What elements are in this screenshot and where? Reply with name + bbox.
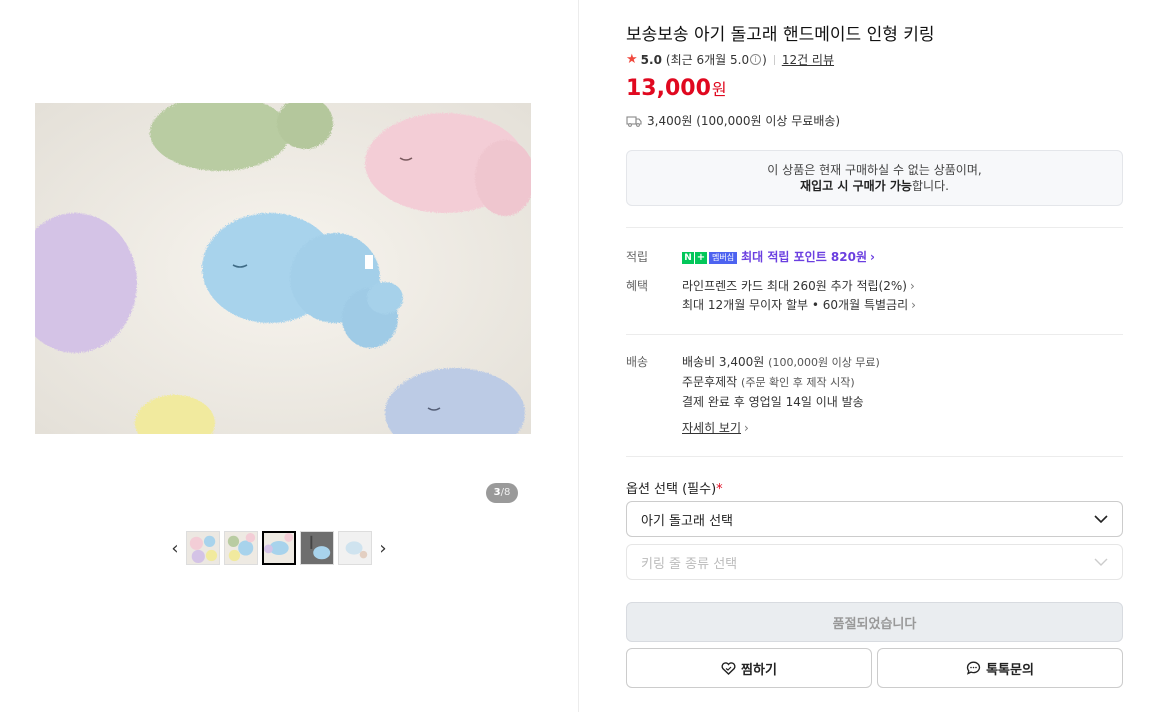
- thumbnail-3-selected[interactable]: [262, 531, 296, 565]
- heart-icon: [721, 661, 736, 675]
- made-to-order-text: 주문후제작: [682, 375, 738, 389]
- membership-tag: 멤버십: [709, 251, 738, 264]
- chevron-down-icon: [1094, 515, 1108, 523]
- delivery-fee-text: 배송비 3,400원: [682, 355, 765, 369]
- chevron-down-icon: [1094, 558, 1108, 566]
- wish-button[interactable]: 찜하기: [626, 648, 872, 688]
- rating-summary: ★ 5.0 (최근 6개월 5.0 i ) 12건 리뷰: [626, 51, 834, 68]
- benefit-line2: 최대 12개월 무이자 할부 • 60개월 특별금리: [682, 298, 909, 312]
- prev-image-button[interactable]: ‹: [166, 531, 184, 565]
- chat-bubble-icon: [966, 661, 981, 675]
- thumbnail-1[interactable]: [186, 531, 220, 565]
- delivery-fee-note: (100,000원 이상 무료): [768, 356, 880, 369]
- thumbnail-4[interactable]: [300, 531, 334, 565]
- next-image-button[interactable]: ›: [374, 531, 392, 565]
- rating-recent-close: ): [762, 52, 767, 67]
- dolphin-option-value: 아기 돌고래 선택: [641, 513, 733, 529]
- delivery-fee: 배송비 3,400원 (100,000원 이상 무료): [682, 353, 880, 370]
- required-mark: *: [716, 482, 723, 497]
- section-divider: [626, 334, 1123, 335]
- plus-icon: +: [695, 251, 707, 264]
- product-title: 보송보송 아기 돌고래 핸드메이드 인형 키링: [626, 25, 935, 45]
- panel-divider: [578, 0, 579, 712]
- unavailable-notice: 이 상품은 현재 구매하실 수 없는 상품이며, 재입고 시 구매가 가능합니다…: [626, 150, 1123, 206]
- review-count-link[interactable]: 12건 리뷰: [782, 51, 834, 68]
- chevron-right-icon: ›: [911, 298, 916, 312]
- npay-membership-badge: N + 멤버십: [682, 251, 738, 264]
- points-row: N + 멤버십 최대 적립 포인트 820원 ›: [682, 248, 875, 265]
- notice-line2-bold: 재입고 시 구매가 가능: [800, 179, 912, 193]
- chevron-right-icon: ›: [870, 250, 875, 264]
- max-points-link[interactable]: 최대 적립 포인트 820원 ›: [741, 250, 875, 264]
- benefit-label: 혜택: [626, 279, 649, 293]
- delivery-detail-link[interactable]: 자세히 보기 ›: [682, 419, 749, 436]
- main-product-image[interactable]: [35, 103, 531, 434]
- naver-n-icon: N: [682, 251, 694, 264]
- rating-recent: (최근 6개월 5.0: [665, 53, 750, 67]
- keyring-option-placeholder: 키링 줄 종류 선택: [641, 556, 738, 572]
- keyring-option-select[interactable]: 키링 줄 종류 선택: [626, 544, 1123, 580]
- detail-link-text: 자세히 보기: [682, 421, 742, 435]
- price-value: 13,000: [626, 76, 711, 101]
- section-divider: [626, 227, 1123, 228]
- notice-line2-rest: 합니다.: [911, 179, 949, 193]
- counter-total: /8: [500, 487, 511, 498]
- dolphin-option-select[interactable]: 아기 돌고래 선택: [626, 501, 1123, 537]
- counter-current: 3: [493, 487, 501, 498]
- notice-line2: 재입고 시 구매가 가능합니다.: [627, 178, 1122, 194]
- delivery-label: 배송: [626, 355, 649, 369]
- rating-separator: [773, 54, 775, 65]
- price-unit: 원: [711, 80, 727, 99]
- made-to-order: 주문후제작 (주문 확인 후 제작 시작): [682, 373, 855, 390]
- thumbnail-5[interactable]: [338, 531, 372, 565]
- info-icon[interactable]: i: [750, 54, 762, 65]
- option-label-text: 옵션 선택 (필수): [626, 482, 717, 497]
- star-icon: ★: [626, 52, 638, 67]
- notice-line1: 이 상품은 현재 구매하실 수 없는 상품이며,: [767, 163, 982, 177]
- section-divider: [626, 456, 1123, 457]
- option-label: 옵션 선택 (필수)*: [626, 478, 723, 497]
- truck-icon: [626, 115, 642, 127]
- chevron-right-icon: ›: [909, 279, 915, 293]
- soldout-button[interactable]: 품절되었습니다: [626, 602, 1123, 642]
- product-gallery: 3/8 ‹ ›: [0, 0, 578, 712]
- made-to-order-note: (주문 확인 후 제작 시작): [741, 376, 855, 389]
- chevron-right-icon: ›: [744, 421, 749, 435]
- chevron-right-icon: ›: [379, 537, 387, 559]
- benefit-installment-link[interactable]: 최대 12개월 무이자 할부 • 60개월 특별금리 ›: [682, 296, 916, 313]
- points-label: 적립: [626, 250, 649, 264]
- rating-score: 5.0: [640, 52, 662, 67]
- shipping-summary-text: 3,400원 (100,000원 이상 무료배송): [647, 114, 841, 128]
- max-points-text: 최대 적립 포인트 820원: [741, 250, 867, 264]
- chevron-left-icon: ‹: [171, 537, 179, 559]
- thumbnail-strip: ‹ ›: [166, 531, 392, 565]
- talktalk-inquiry-button[interactable]: 톡톡문의: [877, 648, 1123, 688]
- benefit-card-link[interactable]: 라인프렌즈 카드 최대 260원 추가 적립(2%) ›: [682, 277, 915, 294]
- benefit-line1: 라인프렌즈 카드 최대 260원 추가 적립(2%): [682, 279, 907, 293]
- dispatch-info: 결제 완료 후 영업일 14일 이내 발송: [682, 395, 864, 409]
- thumbnail-2[interactable]: [224, 531, 258, 565]
- price: 13,000원: [626, 76, 727, 101]
- image-counter-badge: 3/8: [486, 483, 518, 503]
- shipping-summary: 3,400원 (100,000원 이상 무료배송): [626, 112, 840, 129]
- talk-label: 톡톡문의: [986, 662, 1034, 678]
- wish-label: 찜하기: [741, 662, 777, 678]
